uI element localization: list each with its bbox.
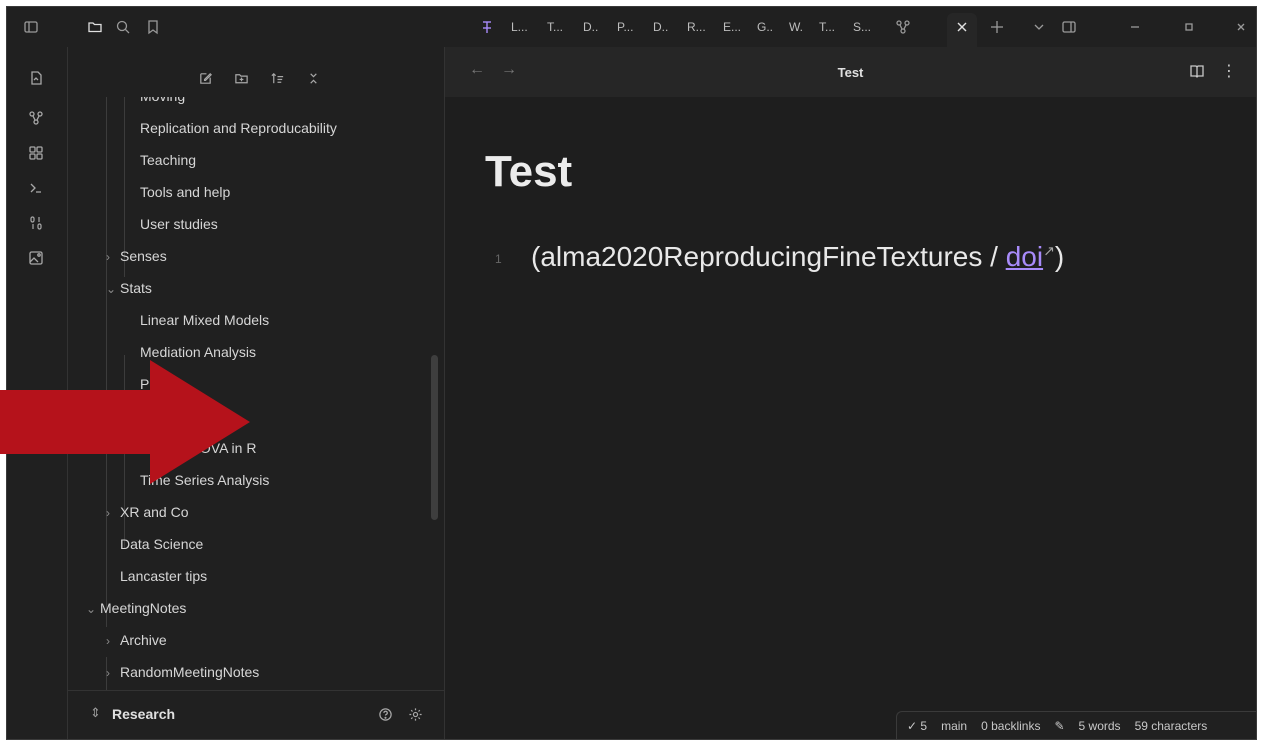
- graph-view-icon[interactable]: [25, 107, 47, 129]
- chevron-right-icon: ›: [106, 666, 110, 680]
- editor-header: ← → Test ⋮: [445, 47, 1256, 97]
- file-item[interactable]: Data Science: [106, 529, 203, 559]
- chevron-down-icon: ⌄: [106, 282, 117, 296]
- closing-paren: ): [1054, 241, 1065, 272]
- tab-1[interactable]: L...: [511, 17, 528, 37]
- tab-6[interactable]: R...: [687, 17, 706, 37]
- git-branch[interactable]: main: [941, 719, 967, 733]
- binary-icon[interactable]: [25, 212, 47, 234]
- tree-item-label: Replication and Reproducability: [140, 120, 337, 136]
- status-bar: ✓ 5 main 0 backlinks ✎ 5 words 59 charac…: [896, 711, 1256, 739]
- reading-view-icon[interactable]: [1185, 59, 1209, 83]
- file-item[interactable]: User studies: [126, 209, 218, 239]
- tree-item-label: Senses: [120, 248, 167, 264]
- folder-item[interactable]: › Senses: [106, 241, 167, 271]
- tree-item-label: MeetingNotes: [100, 600, 187, 616]
- tree-item-label: Data Science: [120, 536, 204, 552]
- tree-item-label: Teaching: [140, 152, 197, 168]
- open-quick-switcher-icon[interactable]: [25, 67, 47, 89]
- settings-gear-icon[interactable]: [404, 703, 426, 725]
- sync-status[interactable]: ✓ 5: [907, 719, 927, 733]
- new-folder-icon[interactable]: [230, 67, 252, 89]
- chevron-down-icon[interactable]: [1027, 15, 1051, 39]
- title-bar: L... T... D.. P... D.. R... E... G.. W. …: [7, 7, 1256, 47]
- note-title[interactable]: Test: [485, 147, 572, 197]
- editor-pane: ← → Test ⋮ Test 1 (alma2020ReproducingFi…: [445, 47, 1256, 739]
- tree-item-label: RandomMeetingNotes: [120, 664, 260, 680]
- pin-icon[interactable]: [475, 15, 499, 39]
- editor-line[interactable]: (alma2020ReproducingFineTextures / doi↗): [531, 241, 1064, 273]
- tree-item-label: XR and Co: [120, 504, 189, 520]
- doi-link[interactable]: doi: [1006, 241, 1043, 272]
- tab-7[interactable]: E...: [723, 17, 741, 37]
- tab-2[interactable]: T...: [547, 17, 563, 37]
- red-arrow-annotation: [0, 360, 250, 484]
- folder-icon[interactable]: [83, 15, 107, 39]
- tab-10[interactable]: T...: [819, 17, 835, 37]
- close-tab-icon[interactable]: [950, 15, 974, 39]
- tree-item-label: Moving: [140, 97, 185, 104]
- folder-item[interactable]: ⌄ MeetingNotes: [86, 593, 186, 623]
- tab-3[interactable]: D..: [583, 17, 598, 37]
- canvas-icon[interactable]: [25, 142, 47, 164]
- tree-item-label: Linear Mixed Models: [140, 312, 270, 328]
- backlinks-count[interactable]: 0 backlinks: [981, 719, 1040, 733]
- character-count: 59 characters: [1134, 718, 1208, 733]
- line-number: 1: [495, 252, 502, 266]
- tree-item-label: Mediation Analysis: [140, 344, 256, 360]
- tab-9[interactable]: W.: [789, 17, 803, 37]
- vault-chevron-icon: ⇕: [90, 705, 101, 720]
- check-icon: ✓: [907, 718, 921, 733]
- folder-item[interactable]: › RandomMeetingNotes: [106, 657, 259, 687]
- folder-item[interactable]: › Archive: [106, 625, 167, 655]
- tree-item-label: Tools and help: [140, 184, 231, 200]
- file-item[interactable]: Moving: [126, 97, 185, 111]
- tree-item-label: Lancaster tips: [120, 568, 208, 584]
- chevron-down-icon: ⌄: [86, 602, 97, 616]
- tab-11[interactable]: S...: [853, 17, 871, 37]
- new-note-icon[interactable]: [194, 67, 216, 89]
- image-icon[interactable]: [25, 247, 47, 269]
- tree-item-label: Stats: [120, 280, 152, 296]
- maximize-icon[interactable]: [1177, 15, 1201, 39]
- file-item[interactable]: Lancaster tips: [106, 561, 207, 591]
- external-link-icon: ↗: [1043, 242, 1055, 259]
- minimize-icon[interactable]: [1123, 15, 1147, 39]
- file-item[interactable]: Linear Mixed Models: [126, 305, 269, 335]
- file-item[interactable]: Teaching: [126, 145, 196, 175]
- tree-item-label: Archive: [120, 632, 167, 648]
- file-item[interactable]: Replication and Reproducability: [126, 113, 337, 143]
- citation-text[interactable]: (alma2020ReproducingFineTextures /: [531, 241, 1006, 272]
- vault-name[interactable]: Research: [112, 706, 175, 722]
- sort-icon[interactable]: [266, 67, 288, 89]
- tree-item-label: User studies: [140, 216, 218, 232]
- chevron-right-icon: ›: [106, 250, 110, 264]
- pencil-icon[interactable]: ✎: [1054, 719, 1064, 733]
- tab-8[interactable]: G..: [757, 17, 773, 37]
- word-count: 5 words: [1078, 718, 1121, 733]
- new-tab-icon[interactable]: [985, 15, 1009, 39]
- tab-4[interactable]: P...: [617, 17, 633, 37]
- collapse-all-icon[interactable]: [302, 67, 324, 89]
- terminal-icon[interactable]: [25, 177, 47, 199]
- graph-tab-icon[interactable]: [891, 15, 915, 39]
- window-close-icon[interactable]: [1229, 15, 1253, 39]
- folder-item[interactable]: ⌄ Stats: [106, 273, 152, 303]
- note-header-title[interactable]: Test: [445, 65, 1256, 80]
- sidebar-scrollbar[interactable]: [431, 355, 438, 520]
- tab-5[interactable]: D..: [653, 17, 668, 37]
- chevron-right-icon: ›: [106, 506, 110, 520]
- vault-switcher[interactable]: ⇕ Research: [68, 690, 444, 739]
- help-icon[interactable]: [374, 703, 396, 725]
- chevron-right-icon: ›: [106, 634, 110, 648]
- search-icon[interactable]: [111, 15, 135, 39]
- right-sidebar-toggle-icon[interactable]: [1057, 15, 1081, 39]
- sidebar-toggle-icon[interactable]: [19, 15, 43, 39]
- more-options-icon[interactable]: ⋮: [1221, 61, 1237, 81]
- file-item[interactable]: Tools and help: [126, 177, 230, 207]
- folder-item[interactable]: › XR and Co: [106, 497, 188, 527]
- bookmark-icon[interactable]: [141, 15, 165, 39]
